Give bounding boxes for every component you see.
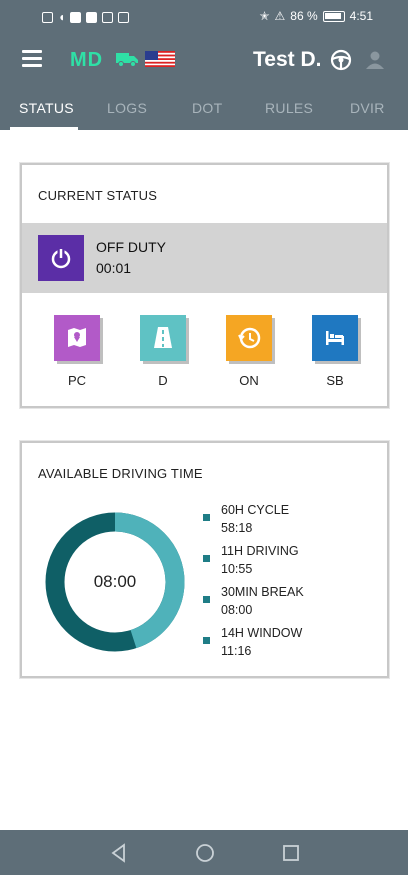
battery-icon — [322, 10, 345, 22]
donut-center-value: 08:00 — [93, 572, 137, 591]
legend-dot — [203, 637, 210, 644]
legend-dot — [203, 555, 210, 562]
brand-logo: MD — [70, 49, 104, 71]
recents-icon[interactable] — [280, 842, 302, 864]
driving-button[interactable] — [140, 315, 186, 361]
tab-rules[interactable]: RULES — [265, 100, 313, 116]
on-duty-button[interactable] — [226, 315, 272, 361]
tab-status[interactable]: STATUS — [19, 100, 74, 116]
tab-dvir[interactable]: DVIR — [350, 100, 385, 116]
status-text: OFF DUTY 00:01 — [96, 237, 166, 279]
power-icon — [38, 235, 84, 281]
legend-value: 58:18 — [221, 521, 253, 535]
sleeper-button[interactable] — [312, 315, 358, 361]
menu-icon[interactable] — [22, 50, 42, 68]
current-status-band: OFF DUTY 00:01 — [22, 223, 387, 293]
system-status-bar: ◖ ✭ ⚠ 86 % 4:51 — [0, 0, 408, 33]
storage-icon — [118, 11, 130, 23]
main-content: CURRENT STATUS OFF DUTY 00:01 PC D ON SB… — [0, 130, 408, 830]
legend-30min-break: 30MIN BREAK 08:00 — [203, 583, 304, 619]
truck-icon — [116, 53, 138, 67]
sim-icon — [42, 11, 53, 23]
bluetooth-icon: ✭ — [259, 9, 270, 23]
sleeper-label: SB — [326, 373, 344, 388]
on-duty-label: ON — [239, 373, 259, 388]
driver-name[interactable]: Test D. — [253, 48, 321, 72]
us-flag-icon — [145, 51, 175, 67]
current-status-card: CURRENT STATUS OFF DUTY 00:01 PC D ON SB — [20, 163, 389, 408]
available-driving-time-card: AVAILABLE DRIVING TIME 08:00 60H CYCLE 5… — [20, 441, 389, 678]
image-icon — [86, 11, 98, 23]
legend-value: 11:16 — [221, 644, 252, 658]
tab-bar: STATUS LOGS DOT RULES DVIR — [0, 88, 408, 130]
mute-icon: ⚠ — [274, 9, 286, 23]
bed-icon — [326, 331, 344, 345]
current-status-title: CURRENT STATUS — [38, 188, 158, 203]
pc-button[interactable] — [54, 315, 100, 361]
pc-label: PC — [67, 373, 87, 388]
clock-history-icon — [238, 327, 261, 349]
road-icon — [154, 327, 172, 348]
system-indicators: ✭ ⚠ 86 % 4:51 — [259, 9, 373, 23]
notification-icons: ◖ — [42, 10, 130, 24]
app-bar: MD Test D. — [0, 33, 408, 88]
duty-state: OFF DUTY — [96, 239, 166, 255]
legend-label: 11H DRIVING — [221, 544, 299, 558]
video-icon — [70, 11, 82, 23]
tab-dot[interactable]: DOT — [192, 100, 222, 116]
legend-11h-driving: 11H DRIVING 10:55 — [203, 542, 299, 578]
battery-percent: 86 % — [290, 9, 318, 23]
tab-logs[interactable]: LOGS — [107, 100, 147, 116]
duty-duration: 00:01 — [96, 260, 132, 276]
driving-label: D — [158, 373, 168, 388]
legend-dot — [203, 596, 210, 603]
legend-label: 14H WINDOW — [221, 626, 303, 640]
back-icon[interactable] — [108, 842, 130, 864]
co-driver-icon[interactable] — [364, 49, 386, 71]
home-icon[interactable] — [194, 842, 216, 864]
system-navigation-bar — [0, 830, 408, 875]
legend-value: 10:55 — [221, 562, 253, 576]
mail-icon — [102, 11, 114, 23]
legend-60h-cycle: 60H CYCLE 58:18 — [203, 501, 290, 537]
clock: 4:51 — [349, 9, 373, 23]
legend-label: 30MIN BREAK — [221, 585, 304, 599]
legend-dot — [203, 514, 210, 521]
legend-label: 60H CYCLE — [221, 503, 290, 517]
legend-value: 08:00 — [221, 603, 253, 617]
steering-wheel-icon[interactable] — [330, 49, 352, 71]
driving-time-title: AVAILABLE DRIVING TIME — [38, 466, 203, 481]
wifi-icon: ◖ — [58, 10, 66, 24]
legend-14h-window: 14H WINDOW 11:16 — [203, 624, 303, 660]
map-pin-icon — [68, 328, 86, 347]
